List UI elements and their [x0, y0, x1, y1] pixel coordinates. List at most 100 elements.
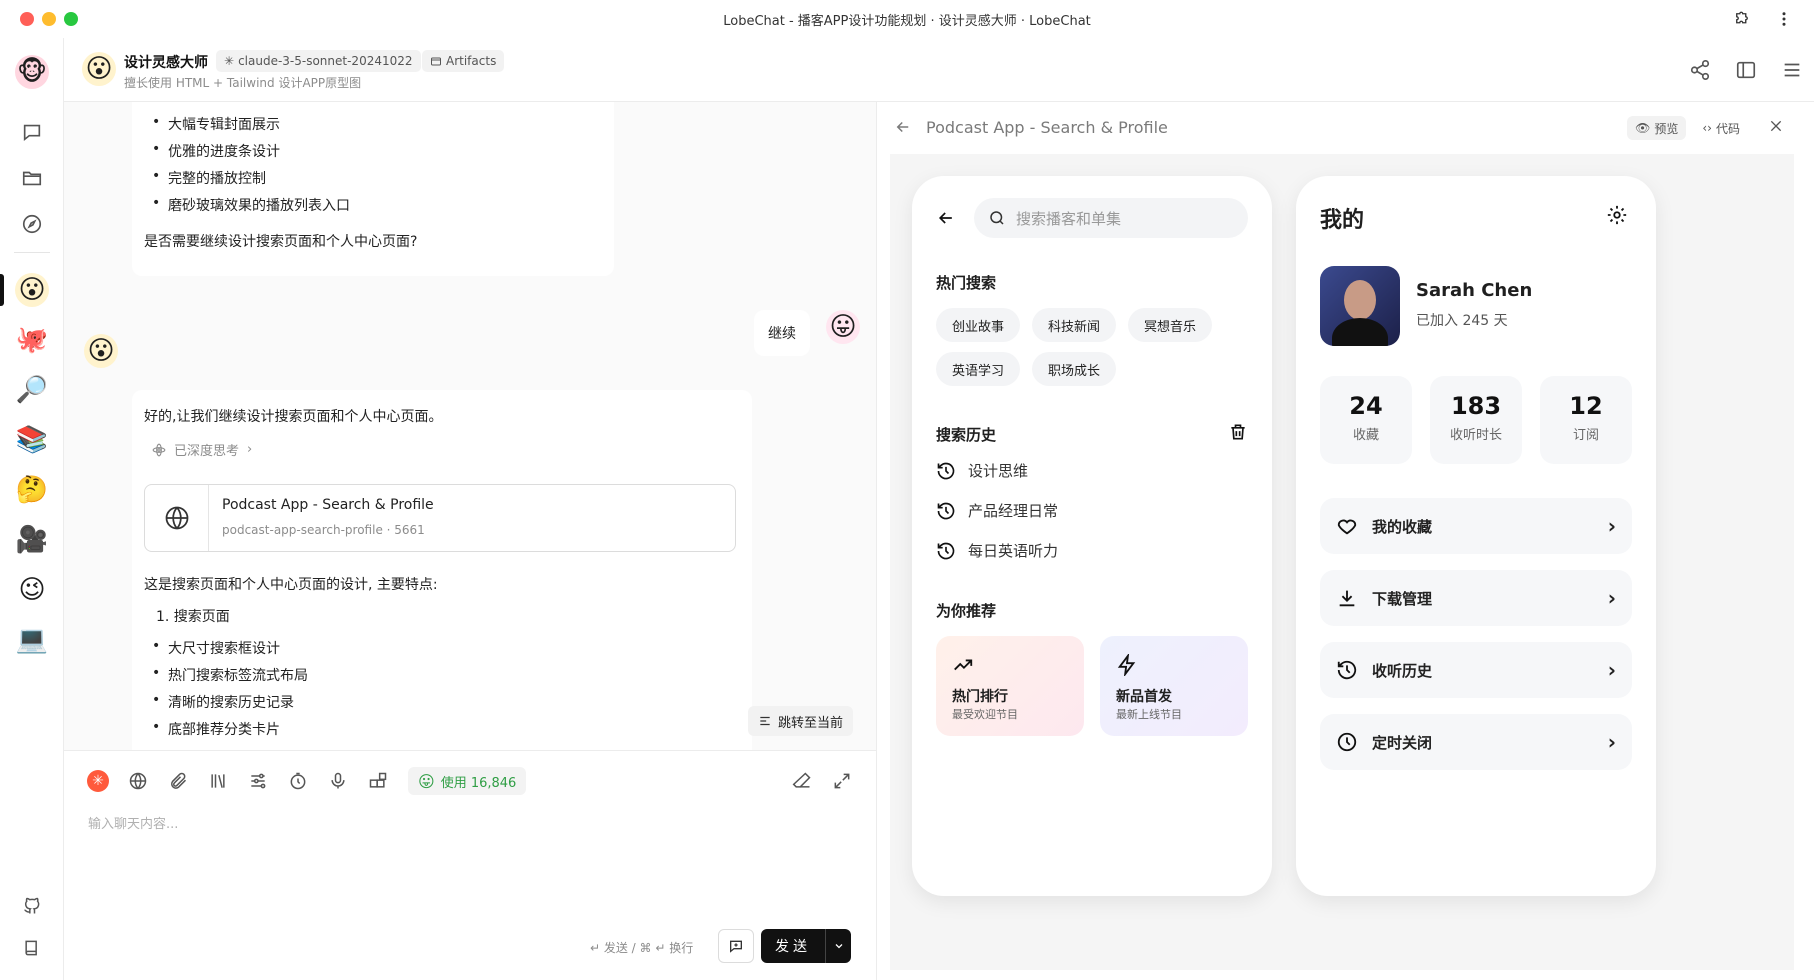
list-item: 大尺寸搜索框设计: [152, 638, 280, 658]
hot-tag[interactable]: 创业故事: [936, 308, 1021, 342]
sidebar: 🐵 😮 🐙 🔎 📚 🤔 🎥 😉 💻: [0, 38, 64, 980]
user-message: 继续: [754, 310, 810, 356]
sidebar-agent-thinking[interactable]: 🤔: [12, 470, 52, 510]
settings-button[interactable]: [1606, 204, 1628, 230]
recommend-card-new[interactable]: 新品首发 最新上线节目: [1100, 636, 1248, 736]
menu-downloads[interactable]: 下载管理 ›: [1320, 570, 1632, 626]
blocks-icon: [369, 772, 387, 788]
menu-favorites[interactable]: 我的收藏 ›: [1320, 498, 1632, 554]
artifact-title: Podcast App - Search & Profile: [222, 497, 434, 513]
jump-to-current-button[interactable]: 跳转至当前: [748, 706, 854, 736]
tab-preview[interactable]: 👁 预览: [1627, 116, 1687, 140]
sidebar-github-button[interactable]: [12, 886, 52, 926]
search-screen: 搜索播客和单集 热门搜索 创业故事 科技新闻 冥想音乐 英语学习 职场成长 搜索…: [912, 176, 1272, 896]
wink-face-icon: 😉: [18, 575, 46, 605]
stat-favorites[interactable]: 24 收藏: [1320, 376, 1412, 464]
gear-icon: [1607, 205, 1627, 225]
sidebar-chat-button[interactable]: [12, 112, 52, 152]
hot-tag[interactable]: 科技新闻: [1032, 308, 1117, 342]
plugins-button[interactable]: [366, 769, 390, 793]
eraser-icon: [792, 772, 811, 788]
thinking-toggle[interactable]: 已深度思考 ›: [152, 440, 252, 459]
history-item[interactable]: 产品经理日常: [936, 500, 1058, 521]
list-item: 清晰的搜索历史记录: [152, 692, 294, 712]
token-usage-badge[interactable]: 😛 使用 16,846: [408, 767, 527, 795]
sidebar-agent-octopus[interactable]: 🐙: [12, 320, 52, 360]
chat-input[interactable]: 输入聊天内容...: [88, 813, 178, 832]
chat-header: 😮 设计灵感大师 ✳ claude-3-5-sonnet-20241022 Ar…: [64, 38, 1814, 102]
menu-listen-history[interactable]: 收听历史 ›: [1320, 642, 1632, 698]
chat-icon: [23, 124, 41, 142]
hot-tag[interactable]: 英语学习: [936, 352, 1021, 386]
lightning-icon: [1117, 654, 1136, 676]
add-message-button[interactable]: [718, 929, 754, 963]
thinking-face-icon: 🤔: [15, 475, 49, 505]
chevron-right-icon: ›: [1607, 586, 1616, 610]
more-icon[interactable]: [1774, 9, 1794, 29]
trash-icon: [1231, 424, 1245, 440]
profile-name: Sarah Chen: [1416, 280, 1533, 301]
close-icon: [1770, 120, 1782, 132]
history-item[interactable]: 设计思维: [936, 460, 1028, 481]
artifact-card[interactable]: Podcast App - Search & Profile podcast-a…: [144, 484, 736, 552]
trending-up-icon: [954, 659, 973, 671]
close-panel-button[interactable]: [1768, 118, 1784, 138]
github-icon: [24, 897, 40, 914]
artifacts-tag[interactable]: Artifacts: [422, 50, 505, 72]
back-button[interactable]: [894, 118, 912, 140]
assistant-avatar: 😮: [84, 334, 118, 368]
menu-sleep-timer[interactable]: 定时关闭 ›: [1320, 714, 1632, 770]
hot-tag[interactable]: 职场成长: [1032, 352, 1117, 386]
history-item[interactable]: 每日英语听力: [936, 540, 1058, 561]
heart-icon: [1337, 519, 1357, 535]
atom-icon: [152, 443, 166, 456]
sidebar-docs-button[interactable]: [12, 928, 52, 968]
minimize-window-button[interactable]: [42, 12, 56, 26]
stat-subscriptions[interactable]: 12 订阅: [1540, 376, 1632, 464]
voice-input-button[interactable]: [326, 769, 350, 793]
sidebar-agent-search[interactable]: 🔎: [12, 370, 52, 410]
hot-tag[interactable]: 冥想音乐: [1128, 308, 1213, 342]
toggle-panel-button[interactable]: [1734, 58, 1758, 82]
sidebar-agent-wink[interactable]: 😉: [12, 570, 52, 610]
sidebar-discover-button[interactable]: [12, 204, 52, 244]
share-button[interactable]: [1688, 58, 1712, 82]
sidebar-agent-books[interactable]: 📚: [12, 420, 52, 460]
send-options-dropdown[interactable]: [825, 929, 851, 963]
search-back-button[interactable]: [936, 208, 956, 232]
attach-button[interactable]: [166, 769, 190, 793]
agent-avatar[interactable]: 😮: [82, 52, 116, 86]
close-window-button[interactable]: [20, 12, 34, 26]
expand-input-button[interactable]: [830, 769, 854, 793]
hamburger-icon: [1784, 63, 1800, 77]
knowledge-base-button[interactable]: [206, 769, 230, 793]
send-button[interactable]: 发送: [761, 929, 851, 963]
stat-listen-time[interactable]: 183 收听时长: [1430, 376, 1522, 464]
recommend-card-trending[interactable]: 热门排行 最受欢迎节目: [936, 636, 1084, 736]
zoom-window-button[interactable]: [64, 12, 78, 26]
microphone-icon: [331, 772, 345, 789]
sidebar-agent-camera[interactable]: 🎥: [12, 520, 52, 560]
movie-camera-icon: 🎥: [15, 525, 49, 555]
sidebar-agent-design-master[interactable]: 😮: [12, 270, 52, 310]
settings-sliders-button[interactable]: [246, 769, 270, 793]
model-select-button[interactable]: ✳: [86, 769, 110, 793]
message-plus-icon: [730, 940, 742, 953]
arrow-left-icon: [938, 212, 952, 224]
menu-button[interactable]: [1780, 58, 1804, 82]
tab-code[interactable]: ‹› 代码: [1694, 116, 1748, 140]
web-search-button[interactable]: [126, 769, 150, 793]
history-icon: [1337, 660, 1357, 680]
extension-icon[interactable]: [1732, 9, 1752, 29]
message-text: 这是搜索页面和个人中心页面的设计, 主要特点:: [144, 577, 438, 593]
clear-button[interactable]: [790, 769, 814, 793]
sidebar-files-button[interactable]: [12, 158, 52, 198]
model-tag[interactable]: ✳ claude-3-5-sonnet-20241022: [216, 50, 421, 72]
sidebar-agent-computer[interactable]: 💻: [12, 620, 52, 660]
search-input[interactable]: 搜索播客和单集: [974, 198, 1248, 238]
clear-history-button[interactable]: [1228, 422, 1248, 446]
clock-icon: [1337, 732, 1357, 752]
hot-search-title: 热门搜索: [936, 274, 997, 292]
history-count-button[interactable]: [286, 769, 310, 793]
user-avatar[interactable]: 🐵: [12, 52, 52, 92]
